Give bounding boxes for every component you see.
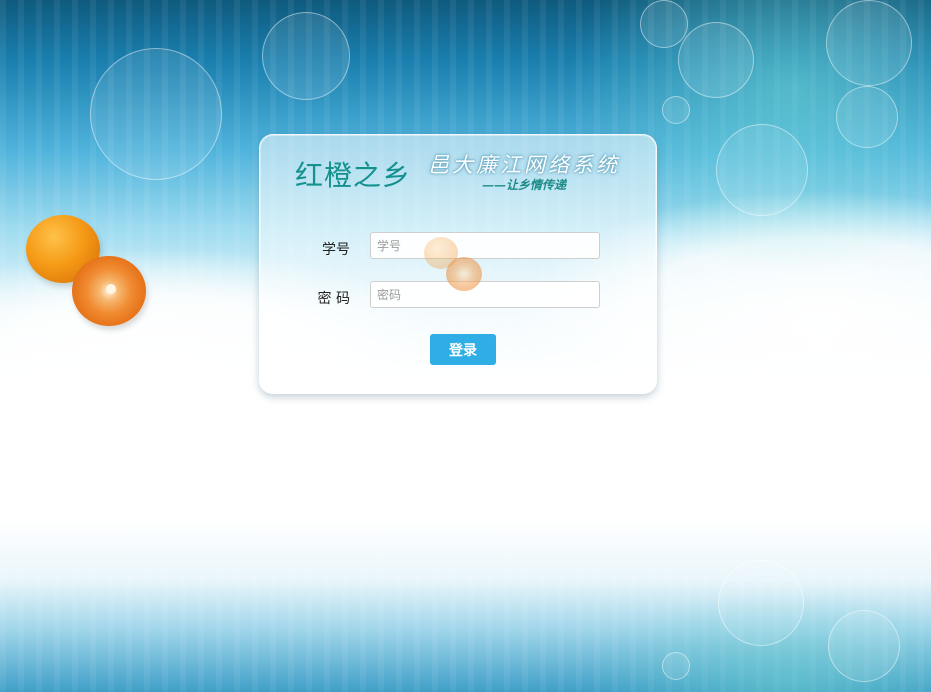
bokeh-circle bbox=[662, 652, 690, 680]
bokeh-circle bbox=[678, 22, 754, 98]
bokeh-circle bbox=[718, 560, 804, 646]
bokeh-circle bbox=[836, 86, 898, 148]
sparkle-icon: ✦ bbox=[888, 334, 900, 350]
half-orange-decoration bbox=[446, 257, 482, 291]
bokeh-circle bbox=[262, 12, 350, 100]
slogan: ——让乡情传递 bbox=[482, 178, 567, 192]
sparkle-icon: ✦ bbox=[28, 354, 40, 370]
system-title: 邑大廉江网络系统 bbox=[428, 153, 620, 177]
half-orange-center bbox=[106, 284, 116, 294]
password-label: 密 码 bbox=[317, 291, 350, 307]
bokeh-circle bbox=[640, 0, 688, 48]
student-id-label: 学号 bbox=[322, 242, 350, 258]
student-id-input[interactable] bbox=[370, 232, 600, 259]
bokeh-circle bbox=[828, 610, 900, 682]
bokeh-circle bbox=[826, 0, 912, 86]
bokeh-circle bbox=[662, 96, 690, 124]
login-button[interactable]: 登录 bbox=[430, 334, 496, 365]
brand-name: 红橙之乡 bbox=[295, 159, 412, 192]
bokeh-circle bbox=[90, 48, 222, 180]
bokeh-circle bbox=[716, 124, 808, 216]
password-input[interactable] bbox=[370, 281, 600, 308]
